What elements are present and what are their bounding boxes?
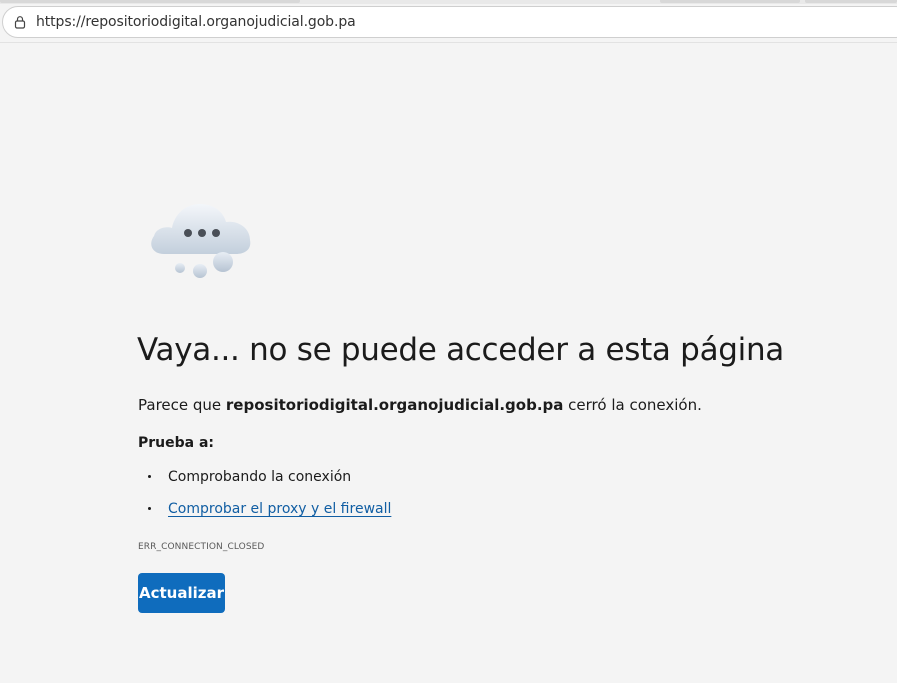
lock-icon[interactable]: [12, 14, 28, 30]
suggestion-check-connection: Comprobando la conexión: [168, 469, 352, 485]
error-code: ERR_CONNECTION_CLOSED: [138, 542, 265, 552]
cloud-with-ellipsis-icon: [146, 196, 258, 284]
tab-strip: [0, 0, 897, 4]
url-text[interactable]: https://repositoriodigital.organojudicia…: [36, 14, 356, 30]
description-suffix: cerró la conexión.: [563, 396, 702, 414]
toolbar-divider: [0, 42, 897, 43]
refresh-button[interactable]: Actualizar: [138, 573, 225, 613]
error-description: Parece que repositoriodigital.organojudi…: [138, 396, 702, 414]
page-title: Vaya... no se puede acceder a esta págin…: [137, 332, 784, 368]
tab-edge[interactable]: [0, 0, 300, 3]
description-prefix: Parece que: [138, 396, 226, 414]
tab-edge[interactable]: [660, 0, 800, 3]
bullet-icon: [148, 475, 151, 478]
description-host: repositoriodigital.organojudicial.gob.pa: [225, 396, 564, 414]
try-heading: Prueba a:: [138, 435, 215, 451]
check-proxy-firewall-link[interactable]: Comprobar el proxy y el firewall: [168, 501, 391, 517]
tab-edge[interactable]: [805, 0, 897, 3]
bullet-icon: [148, 507, 151, 510]
address-bar[interactable]: https://repositoriodigital.organojudicia…: [2, 6, 897, 38]
